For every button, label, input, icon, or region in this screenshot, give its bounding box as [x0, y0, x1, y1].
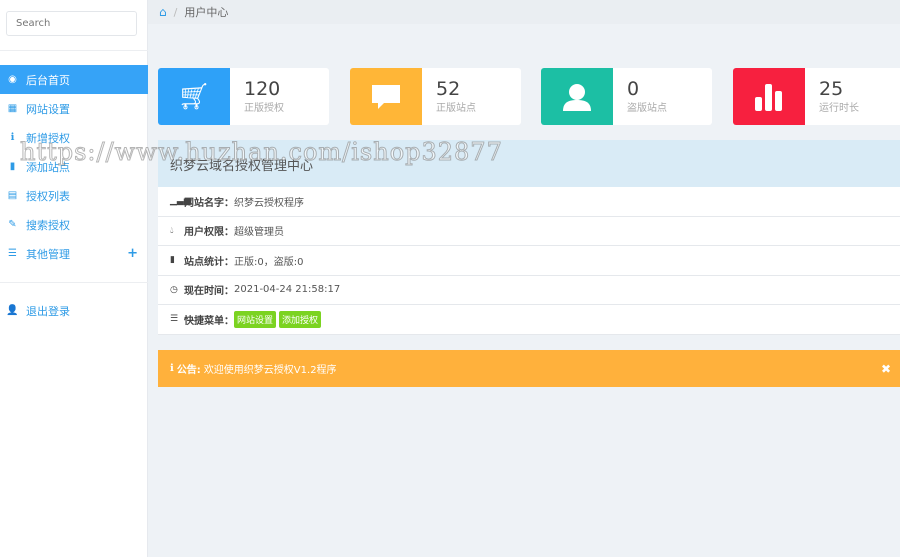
row-value: 超级管理员: [234, 227, 284, 239]
breadcrumb-separator: /: [173, 5, 178, 19]
logout-link[interactable]: 👤 退出登录: [0, 296, 148, 325]
stat-value: 25: [819, 78, 844, 100]
plus-icon[interactable]: +: [127, 246, 138, 261]
stat-label: 正版授权: [244, 103, 284, 114]
stat-card-pirated: 0 盗版站点: [541, 68, 712, 125]
sidebar-item-label: 新增授权: [26, 131, 70, 145]
breadcrumb-current: 用户中心: [184, 6, 229, 19]
info-row-time: ◷ 现在时间： 2021-04-24 21:58:17: [158, 275, 900, 305]
breadcrumb: ⌂ / 用户中心: [148, 0, 900, 24]
user-icon: [541, 68, 613, 125]
sidebar-item-label: 后台首页: [26, 73, 70, 87]
row-value: 织梦云授权程序: [234, 197, 304, 209]
logout-label: 退出登录: [26, 304, 70, 318]
info-icon: ℹ: [170, 363, 174, 374]
row-key: 站点统计：: [184, 256, 234, 268]
panel-title: 织梦云域名授权管理中心: [158, 140, 900, 187]
notice-label: 公告:: [176, 365, 201, 376]
drop-icon: 💧︎: [170, 225, 174, 236]
user-icon: 👤: [6, 305, 19, 316]
sidebar-menu: ◉ 后台首页 ▦ 网站设置 ℹ 新增授权 ▮ 添加站点 ▤ 授权列表 ✎ 搜索授权 ☰ 其他管…: [0, 65, 148, 268]
info-panel: 织梦云域名授权管理中心 ▁▃▅ 网站名字： 织梦云授权程序 💧︎ 用户权限： 超级管理员…: [158, 140, 900, 335]
list-icon: ☰: [8, 248, 17, 259]
comment-icon: [350, 68, 422, 125]
info-icon: ℹ: [10, 132, 15, 143]
sidebar-item-search-auth[interactable]: ✎ 搜索授权: [0, 210, 148, 239]
row-key: 快捷菜单：: [184, 315, 234, 327]
info-row-shortcuts: ☰ 快捷菜单： 网站设置 添加授权: [158, 305, 900, 335]
stat-card-uptime: 25 运行时长: [733, 68, 900, 125]
stat-card-sites: 52 正版站点: [350, 68, 521, 125]
shortcut-site-settings[interactable]: 网站设置: [234, 310, 277, 328]
sidebar-item-label: 添加站点: [26, 160, 70, 174]
stat-label: 盗版站点: [627, 103, 667, 114]
home-icon[interactable]: ⌂: [159, 5, 167, 19]
clock-icon: ◷: [170, 284, 178, 295]
info-row-permission: 💧︎ 用户权限： 超级管理员: [158, 216, 900, 246]
cart-icon: 🛒︎: [158, 68, 230, 125]
search-input[interactable]: [6, 11, 137, 36]
stat-card-licensed: 🛒︎ 120 正版授权: [158, 68, 329, 125]
sidebar-item-label: 搜索授权: [26, 218, 70, 232]
row-value: 2021-04-24 21:58:17: [234, 284, 341, 296]
notice-alert: ℹ 公告: 欢迎使用织梦云授权V1.2程序 ✖: [158, 350, 900, 387]
grid-icon: ▦: [7, 103, 18, 114]
stat-value: 120: [244, 78, 281, 100]
row-value: 正版:0，盗版:0: [234, 256, 304, 268]
sidebar-item-label: 网站设置: [26, 102, 70, 116]
shortcut-add-auth[interactable]: 添加授权: [279, 310, 322, 328]
bar-chart-icon: [733, 68, 805, 125]
pencil-icon: ✎: [8, 219, 17, 230]
signal-icon: ▁▃▅: [170, 196, 191, 207]
sidebar: ◉ 后台首页 ▦ 网站设置 ℹ 新增授权 ▮ 添加站点 ▤ 授权列表 ✎ 搜索授权 ☰ 其他管…: [0, 0, 148, 557]
list-icon: ☰: [170, 314, 179, 325]
bar-chart-icon: ▮: [9, 161, 16, 172]
sidebar-item-site-settings[interactable]: ▦ 网站设置: [0, 94, 148, 123]
stat-label: 运行时长: [819, 103, 859, 114]
sidebar-item-add-auth[interactable]: ℹ 新增授权: [0, 123, 148, 152]
sidebar-item-label: 其他管理: [26, 247, 70, 261]
sidebar-item-home[interactable]: ◉ 后台首页: [0, 65, 148, 94]
row-key: 用户权限：: [184, 227, 234, 239]
row-key: 现在时间：: [184, 286, 234, 298]
info-row-stats: ▮ 站点统计： 正版:0，盗版:0: [158, 246, 900, 276]
stat-value: 0: [627, 78, 640, 100]
info-row-site-name: ▁▃▅ 网站名字： 织梦云授权程序: [158, 187, 900, 217]
row-key: 网站名字：: [184, 197, 234, 209]
close-icon[interactable]: ✖: [881, 362, 891, 376]
divider: [0, 282, 148, 283]
sidebar-item-add-site[interactable]: ▮ 添加站点: [0, 152, 148, 181]
divider: [0, 50, 148, 51]
list-box-icon: ▤: [7, 190, 18, 201]
stat-label: 正版站点: [436, 103, 476, 114]
bar-chart-icon: ▮: [170, 255, 175, 266]
sidebar-item-auth-list[interactable]: ▤ 授权列表: [0, 181, 148, 210]
notice-text: 欢迎使用织梦云授权V1.2程序: [203, 365, 337, 376]
dashboard-icon: ◉: [8, 74, 17, 85]
sidebar-item-other[interactable]: ☰ 其他管理 +: [0, 239, 148, 268]
stat-value: 52: [436, 78, 461, 100]
sidebar-item-label: 授权列表: [26, 189, 70, 203]
